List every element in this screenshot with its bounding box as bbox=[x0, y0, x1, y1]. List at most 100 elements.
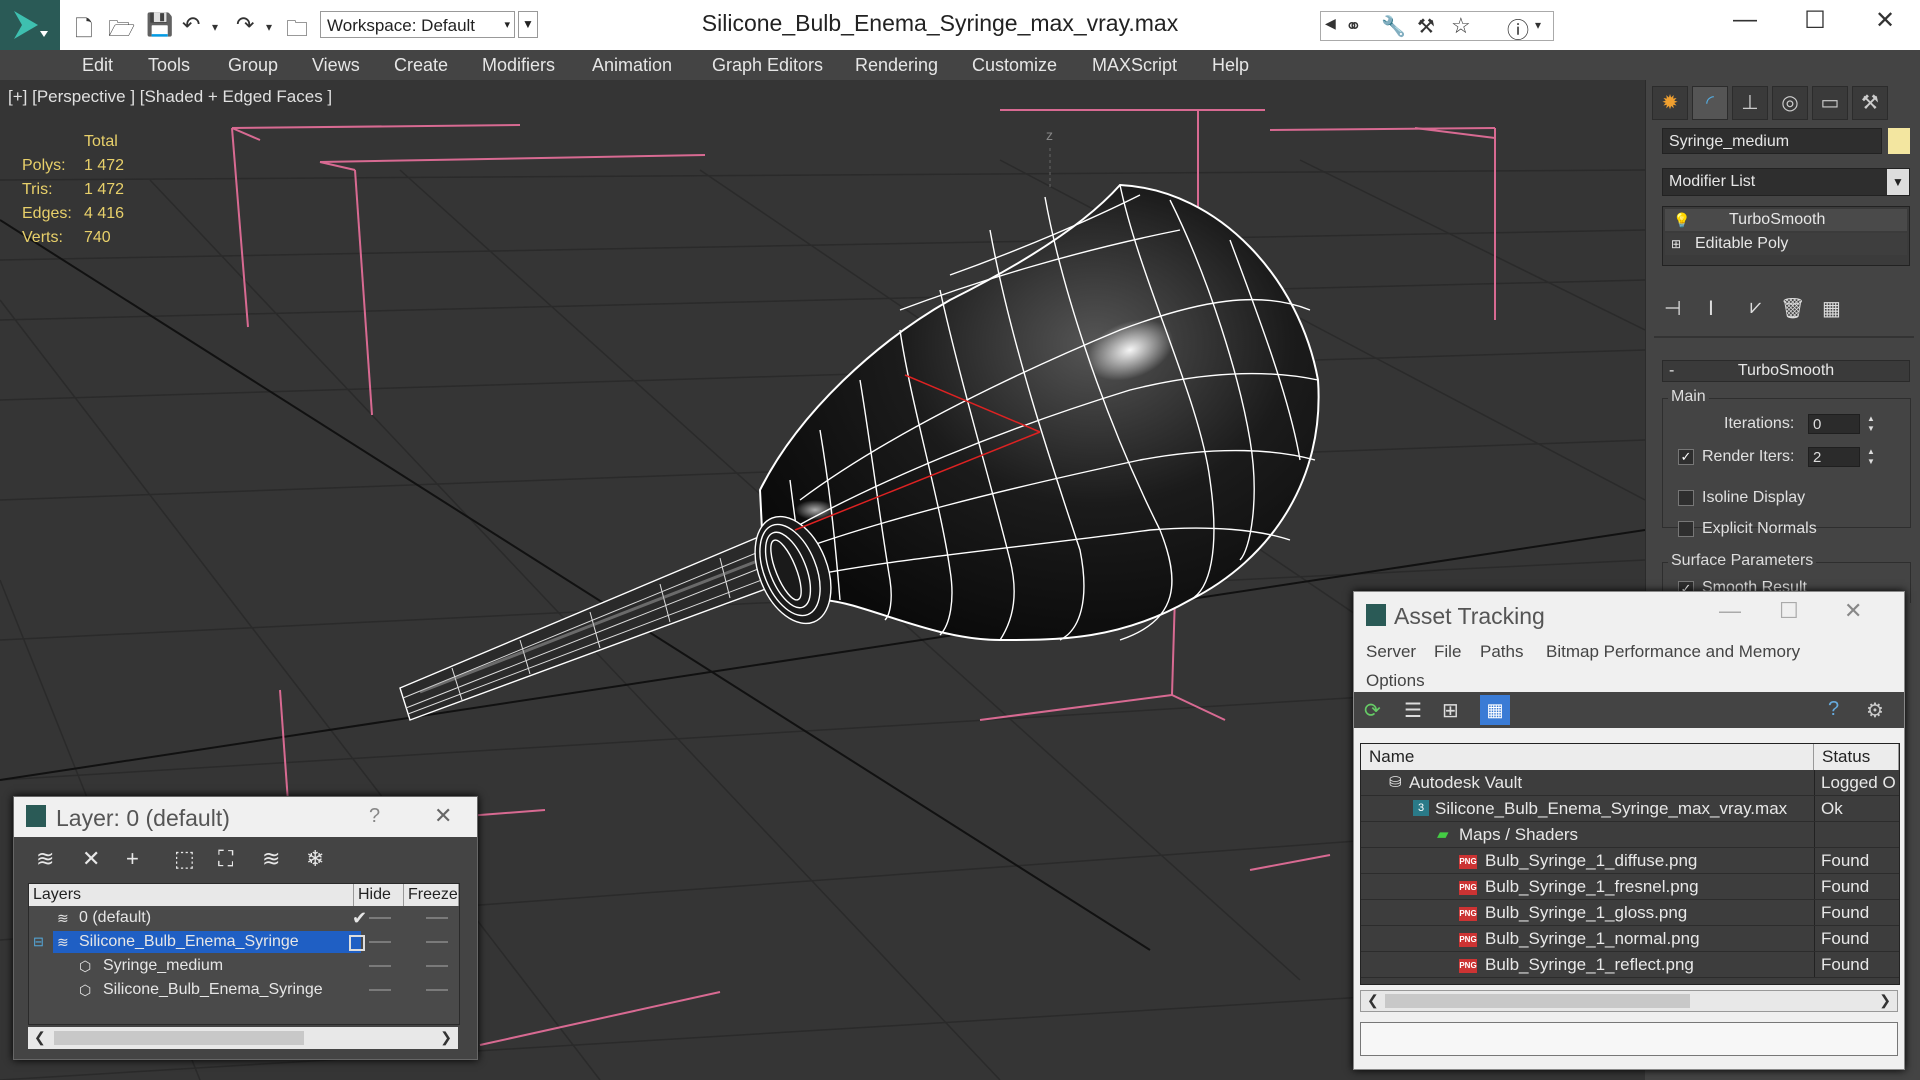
scroll-left-icon[interactable]: ❮ bbox=[34, 1029, 46, 1046]
make-unique-icon[interactable]: ⩗ bbox=[1750, 296, 1761, 319]
collapse-minus-icon[interactable]: ⊟ bbox=[33, 930, 44, 954]
refresh-icon[interactable]: ⟳ bbox=[1364, 698, 1381, 723]
render-iters-checkbox[interactable]: ✓ bbox=[1678, 449, 1694, 465]
redo-dropdown-icon[interactable]: ▾ bbox=[266, 20, 272, 34]
render-iters-spinner-field[interactable]: 2 bbox=[1808, 447, 1860, 467]
layer-row[interactable]: ⬡ Silicone_Bulb_Enema_Syringe bbox=[29, 978, 459, 1002]
menu-animation[interactable]: Animation bbox=[592, 55, 672, 76]
menu-tools[interactable]: Tools bbox=[148, 55, 190, 76]
isoline-display-checkbox[interactable] bbox=[1678, 490, 1694, 506]
project-folder-icon[interactable]: 🗀 bbox=[286, 12, 308, 50]
open-file-icon[interactable]: 🗁 bbox=[108, 12, 135, 50]
new-file-icon[interactable]: 🗋 bbox=[75, 12, 93, 50]
highlight-layer-icon[interactable]: ⛶ bbox=[218, 846, 233, 872]
add-to-layer-icon[interactable]: + bbox=[126, 846, 139, 872]
column-header-freeze[interactable]: Freeze bbox=[404, 884, 459, 906]
syringe-bulb[interactable] bbox=[740, 183, 1320, 642]
modify-tab-icon[interactable]: ◜ bbox=[1692, 86, 1728, 120]
hide-toggle[interactable] bbox=[369, 965, 391, 967]
star-icon[interactable]: ☆ bbox=[1451, 13, 1471, 39]
scrollbar-thumb[interactable] bbox=[1385, 994, 1690, 1008]
table-view-icon[interactable]: ▦ bbox=[1480, 695, 1510, 725]
asset-row[interactable]: 3 Silicone_Bulb_Enema_Syringe_max_vray.m… bbox=[1361, 796, 1899, 822]
remove-modifier-icon[interactable]: 🗑 bbox=[1780, 296, 1805, 321]
set-current-layer-box[interactable] bbox=[349, 935, 365, 951]
tools-icon[interactable]: ⚒ bbox=[1417, 14, 1435, 39]
freeze-toggle[interactable] bbox=[426, 965, 448, 967]
arrow-left-icon[interactable]: ◀ bbox=[1325, 15, 1336, 32]
iterations-spinner-field[interactable]: 0 bbox=[1808, 414, 1860, 434]
object-name-field[interactable]: Syringe_medium bbox=[1662, 128, 1882, 154]
menu-graph-editors[interactable]: Graph Editors bbox=[712, 55, 823, 76]
workspace-menu-button[interactable]: ▼ bbox=[518, 11, 538, 38]
scroll-right-icon[interactable]: ❯ bbox=[440, 1029, 452, 1046]
menu-maxscript[interactable]: MAXScript bbox=[1092, 55, 1177, 76]
menu-edit[interactable]: Edit bbox=[82, 55, 113, 76]
syringe-nozzle[interactable] bbox=[399, 527, 791, 721]
minimize-icon[interactable]: — bbox=[1719, 598, 1741, 624]
help-icon[interactable]: ⓘ bbox=[1507, 13, 1529, 45]
app-logo-icon[interactable] bbox=[0, 0, 60, 50]
asset-row[interactable]: PNG Bulb_Syringe_1_reflect.png Found bbox=[1361, 952, 1899, 978]
minimize-icon[interactable]: — bbox=[1715, 6, 1775, 34]
menu-views[interactable]: Views bbox=[312, 55, 360, 76]
binoculars-icon[interactable]: ⚭ bbox=[1345, 14, 1362, 39]
iterations-spinner-arrows[interactable]: ▲ ▼ bbox=[1864, 414, 1878, 434]
freeze-toggle[interactable] bbox=[426, 989, 448, 991]
menu-server[interactable]: Server bbox=[1366, 642, 1416, 662]
utilities-tab-hammer-icon[interactable]: ⚒ bbox=[1852, 86, 1888, 120]
column-header-status[interactable]: Status bbox=[1814, 744, 1899, 770]
maximize-icon[interactable]: ☐ bbox=[1785, 6, 1845, 35]
hide-toggle[interactable] bbox=[369, 917, 391, 919]
pin-stack-icon[interactable]: ⊣ bbox=[1664, 296, 1681, 321]
asset-dialog-titlebar[interactable]: Asset Tracking — ☐ ✕ bbox=[1354, 592, 1904, 636]
modifier-list-dropdown[interactable]: Modifier List ▼ bbox=[1662, 168, 1910, 196]
explicit-normals-checkbox[interactable] bbox=[1678, 521, 1694, 537]
configure-sets-icon[interactable]: ▦ bbox=[1822, 296, 1841, 321]
list-view-icon[interactable]: ☰ bbox=[1404, 698, 1422, 723]
menu-file[interactable]: File bbox=[1434, 642, 1461, 662]
save-icon[interactable]: 💾 bbox=[146, 12, 173, 38]
freeze-all-icon[interactable]: ❄ bbox=[306, 846, 324, 872]
hide-all-icon[interactable]: ≋ bbox=[262, 846, 280, 872]
asset-row[interactable]: ⛁ Autodesk Vault Logged O bbox=[1361, 770, 1899, 796]
display-tab-icon[interactable]: ▭ bbox=[1812, 86, 1848, 120]
freeze-toggle[interactable] bbox=[426, 941, 448, 943]
layer-row[interactable]: ⬡ Syringe_medium bbox=[29, 954, 459, 978]
render-iters-spinner-arrows[interactable]: ▲ ▼ bbox=[1864, 447, 1878, 467]
stack-item-turbosmooth[interactable]: 💡 TurboSmooth bbox=[1665, 209, 1907, 231]
layers-icon[interactable]: ≋ bbox=[36, 846, 54, 872]
undo-icon[interactable]: ↶ bbox=[182, 12, 200, 38]
menu-customize[interactable]: Customize bbox=[972, 55, 1057, 76]
lightbulb-icon[interactable]: 💡 bbox=[1673, 209, 1690, 231]
hierarchy-tab-icon[interactable]: ⊥ bbox=[1732, 86, 1768, 120]
menu-create[interactable]: Create bbox=[394, 55, 448, 76]
close-icon[interactable]: ✕ bbox=[1844, 598, 1862, 624]
hide-toggle[interactable] bbox=[369, 941, 391, 943]
column-header-layers[interactable]: Layers bbox=[29, 884, 354, 906]
help-button[interactable]: ? bbox=[369, 805, 380, 828]
scroll-left-icon[interactable]: ❮ bbox=[1367, 992, 1379, 1009]
layer-dialog-titlebar[interactable]: Layer: 0 (default) ? ✕ bbox=[14, 797, 477, 837]
settings-icon[interactable]: ⚙ bbox=[1866, 698, 1884, 723]
help-dropdown-icon[interactable]: ▾ bbox=[1535, 18, 1541, 32]
horizontal-scrollbar[interactable]: ❮ ❯ bbox=[1360, 990, 1898, 1012]
create-tab-sun-icon[interactable]: ✹ bbox=[1652, 86, 1688, 120]
menu-help[interactable]: Help bbox=[1212, 55, 1249, 76]
tree-view-icon[interactable]: ⊞ bbox=[1442, 698, 1459, 723]
motion-tab-icon[interactable]: ◎ bbox=[1772, 86, 1808, 120]
menu-modifiers[interactable]: Modifiers bbox=[482, 55, 555, 76]
scroll-right-icon[interactable]: ❯ bbox=[1879, 992, 1891, 1009]
object-color-swatch[interactable] bbox=[1888, 128, 1910, 154]
redo-icon[interactable]: ↷ bbox=[236, 12, 254, 38]
show-end-result-icon[interactable]: Ⅰ bbox=[1708, 296, 1714, 321]
menu-group[interactable]: Group bbox=[228, 55, 278, 76]
wrench-icon[interactable]: 🔧 bbox=[1381, 14, 1406, 39]
asset-row[interactable]: PNG Bulb_Syringe_1_diffuse.png Found bbox=[1361, 848, 1899, 874]
expand-plus-icon[interactable]: ⊞ bbox=[1671, 233, 1681, 255]
asset-row[interactable]: PNG Bulb_Syringe_1_gloss.png Found bbox=[1361, 900, 1899, 926]
asset-row[interactable]: PNG Bulb_Syringe_1_normal.png Found bbox=[1361, 926, 1899, 952]
scrollbar-thumb[interactable] bbox=[54, 1031, 304, 1045]
help-icon[interactable]: ? bbox=[1828, 698, 1839, 721]
viewport-label[interactable]: [+] [Perspective ] [Shaded + Edged Faces… bbox=[8, 87, 332, 107]
